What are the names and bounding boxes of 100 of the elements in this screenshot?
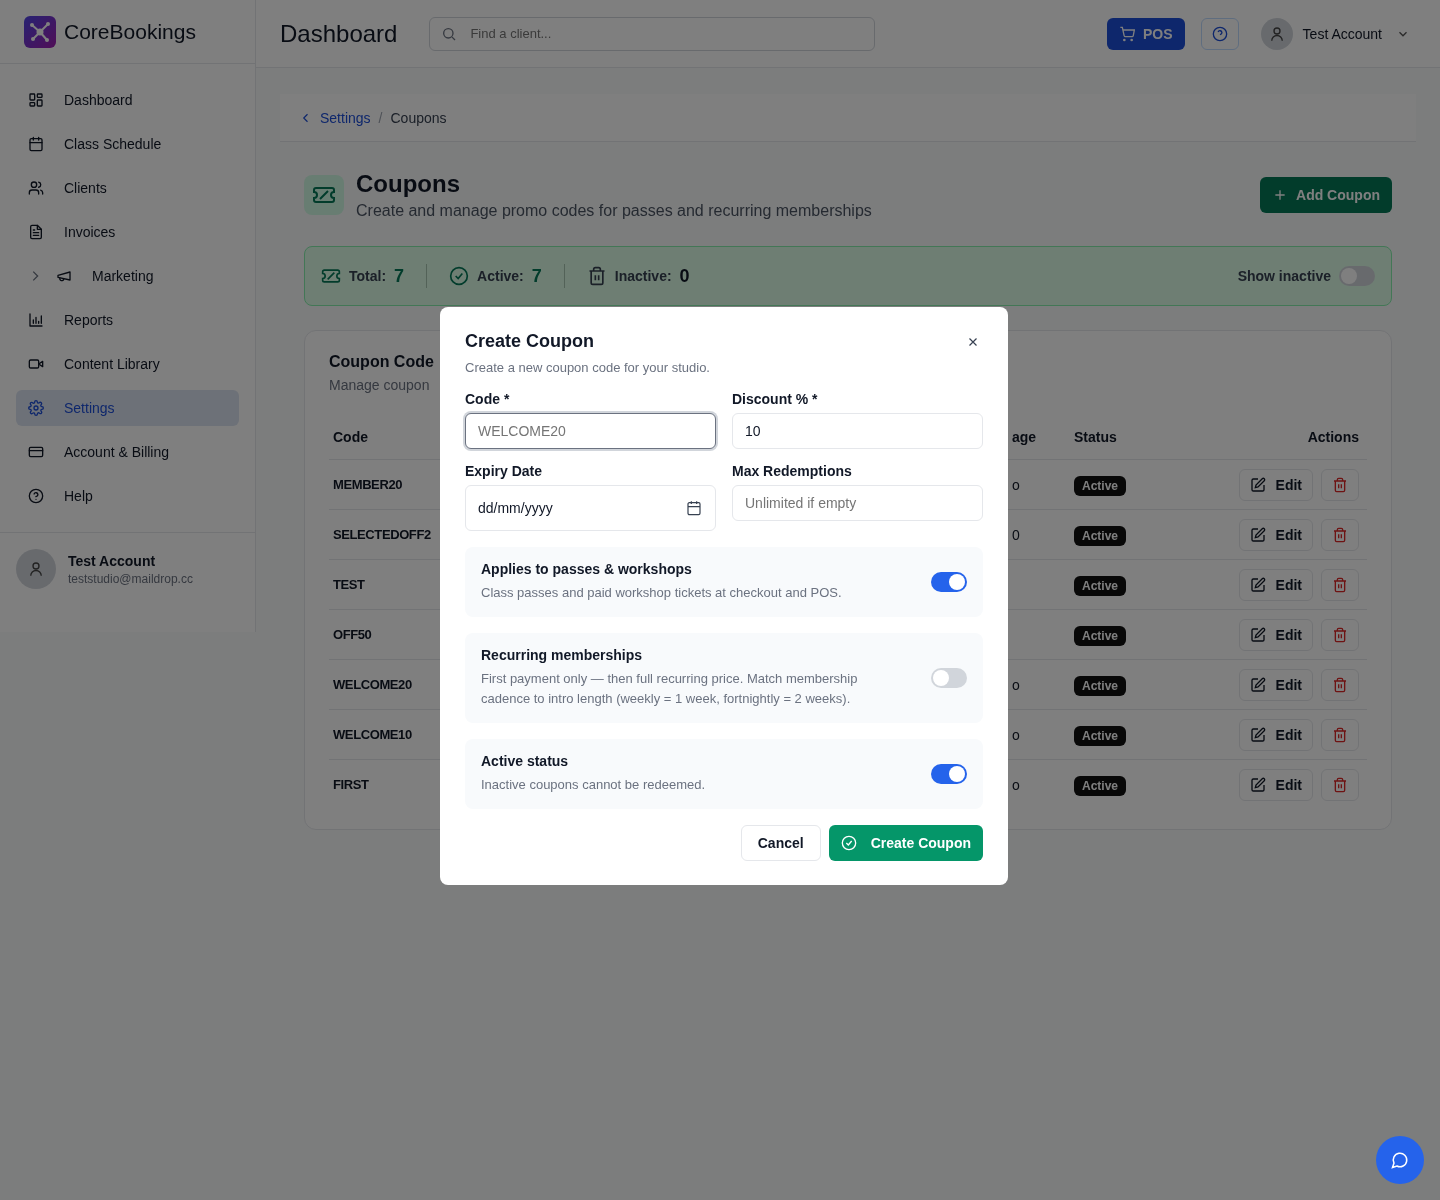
field-label: Max Redemptions [732,463,853,479]
avatar [16,549,56,589]
table-cell: 0 [1012,526,1020,543]
option-description: First payment only — then full recurring price. Match membership cadence to intro length (weekly = 1 week, fortnightly = 2 weeks). [481,670,859,708]
option-title: Applies to passes & workshops [481,561,693,577]
ticket-icon [321,266,341,286]
option-title: Recurring memberships [481,647,644,663]
table-cell: OFF50 [333,627,372,642]
edit-button[interactable]: Edit [1238,768,1313,801]
chart-icon [28,312,44,328]
cart-icon [1119,25,1136,42]
delete-button[interactable] [1321,568,1359,601]
sidebar-item[interactable]: Content Library [16,346,239,382]
expiry-date-field[interactable]: dd/mm/yyyy [465,485,716,531]
table-cell: WELCOME10 [333,727,412,742]
help-button[interactable] [1200,17,1239,50]
edit-icon [1249,626,1266,643]
help-icon [28,488,44,504]
status-badge: Active [1074,575,1127,596]
plus-icon [1272,187,1288,203]
delete-button[interactable] [1321,468,1359,501]
status-badge: Active [1074,475,1127,496]
trash-icon [1332,726,1348,743]
video-icon [28,356,44,372]
check-circle-icon [449,266,470,286]
sidebar-item[interactable]: Settings [16,390,239,426]
table-cell: o [1012,726,1020,743]
edit-button[interactable]: Edit [1238,518,1313,551]
trash-icon [1332,526,1348,543]
create-coupon-button[interactable]: Create Coupon [828,825,983,861]
sidebar-item[interactable]: Help [16,478,239,514]
edit-icon [1249,576,1266,593]
max-redemptions-field[interactable]: Unlimited if empty [732,485,983,521]
status-badge: Active [1074,625,1127,646]
delete-button[interactable] [1321,768,1359,801]
edit-button[interactable]: Edit [1238,568,1313,601]
edit-icon [1249,676,1266,693]
field-label: Expiry Date [465,463,544,479]
account-menu[interactable]: Test Account [1254,16,1416,51]
delete-button[interactable] [1321,618,1359,651]
page-title: Coupons [356,170,461,198]
breadcrumb-current: Coupons [390,109,447,126]
calendar-icon [686,500,702,516]
breadcrumb-separator: / [378,109,383,126]
status-badge: Active [1074,525,1127,546]
sidebar-item[interactable]: Marketing [16,258,239,294]
toggle-switch[interactable] [931,764,967,784]
brand-name: CoreBookings [64,19,196,44]
user-email: teststudio@maildrop.cc [68,571,193,586]
dialog-description: Create a new coupon code for your studio. [465,360,710,375]
edit-button[interactable]: Edit [1238,618,1313,651]
card-title: Coupon Code [329,353,434,371]
chat-button[interactable] [1376,1136,1424,1184]
stat-value: 7 [394,265,405,287]
help-icon [1211,25,1228,42]
sidebar-item[interactable]: Invoices [16,214,239,250]
pos-button[interactable]: POS [1107,17,1185,50]
trash-icon [1332,776,1348,793]
sidebar-item[interactable]: Reports [16,302,239,338]
cancel-button[interactable]: Cancel [740,825,821,861]
table-cell: MEMBER20 [333,477,403,492]
edit-button[interactable]: Edit [1238,468,1313,501]
table-cell: TEST [333,577,365,592]
code-field[interactable]: WELCOME20 [465,413,716,449]
discount-field[interactable]: 10 [732,413,983,449]
search-field[interactable]: Find a client... [429,16,876,51]
sidebar-item[interactable]: Clients [16,170,239,206]
megaphone-icon [56,268,72,284]
toggle-switch[interactable] [931,668,967,688]
table-cell: o [1012,776,1020,793]
edit-button[interactable]: Edit [1238,668,1313,701]
sidebar-item[interactable]: Class Schedule [16,126,239,162]
calendar-icon [28,136,44,152]
stat-label: Total: [349,268,387,284]
dialog-title: Create Coupon [465,331,594,352]
delete-button[interactable] [1321,668,1359,701]
card-icon [28,444,44,460]
sidebar-item[interactable]: Account & Billing [16,434,239,470]
status-badge: Active [1074,675,1127,696]
edit-icon [1249,726,1266,743]
edit-button[interactable]: Edit [1238,718,1313,751]
page-subtitle: Create and manage promo codes for passes and recurring memberships [356,202,872,220]
column-header: age [1012,429,1037,445]
field-label: Code * [465,391,511,407]
logo-icon [24,15,56,48]
edit-icon [1249,776,1266,793]
delete-button[interactable] [1321,718,1359,751]
delete-button[interactable] [1321,518,1359,551]
toggle-switch[interactable] [931,572,967,592]
column-header: Status [1074,429,1117,445]
sidebar-item[interactable]: Dashboard [16,82,239,118]
add-coupon-button[interactable]: Add Coupon [1260,177,1392,213]
file-icon [28,224,44,240]
table-cell: o [1012,476,1020,493]
trash-icon [1332,576,1348,593]
breadcrumb-link[interactable]: Settings [320,109,371,126]
stat-value: 7 [531,265,542,287]
chat-icon [1391,1151,1409,1169]
avatar [1260,17,1293,50]
table-cell: FIRST [333,777,369,792]
